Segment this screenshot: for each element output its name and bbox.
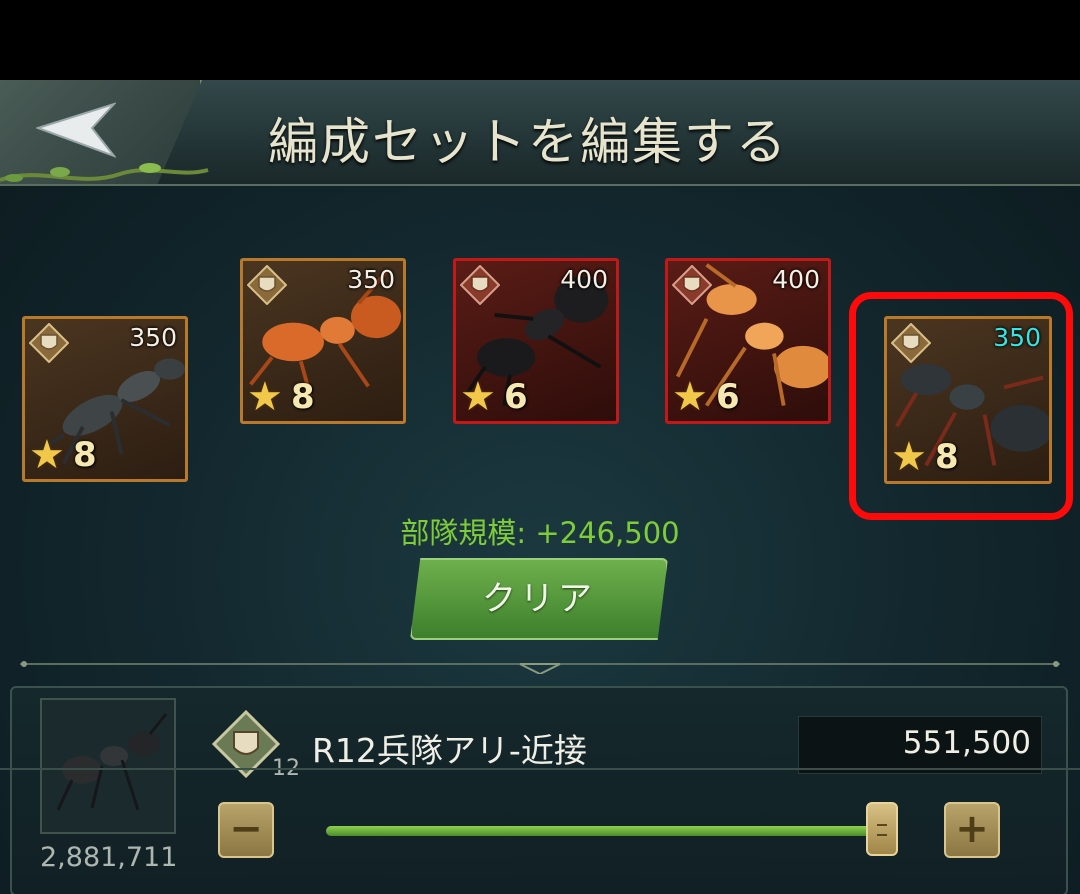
shield-icon [672,265,712,305]
ant-card-4[interactable]: 400 ★ 6 [665,258,831,424]
ant-card-1[interactable]: 350 ★ 8 [22,316,188,482]
ornament-divider [20,661,1060,674]
back-arrow-icon [36,102,116,158]
star-icon: ★ [29,432,65,478]
card-power: 350 [129,323,177,352]
unit-quantity-value: 551,500 [902,725,1031,761]
card-power: 350 [347,265,395,294]
star-icon: ★ [247,374,283,420]
header-bar: 編成セットを編集する [0,80,1080,186]
card-power: 400 [560,265,608,294]
card-star-level: 8 [291,377,315,417]
unit-available-count: 2,881,711 [40,842,178,873]
card-star-level: 6 [716,377,740,417]
clear-button[interactable]: クリア [410,558,668,640]
star-icon: ★ [672,374,708,420]
shield-icon [29,323,69,363]
shield-icon [247,265,287,305]
shield-icon [460,265,500,305]
ant-card-2[interactable]: 350 ★ 8 [240,258,406,424]
star-icon: ★ [460,374,496,420]
vine-decoration [0,163,209,182]
slider-fill [326,826,884,836]
card-power: 400 [772,265,820,294]
unit-quantity-field[interactable]: 551,500 [798,716,1042,774]
decrease-button[interactable]: − [218,802,274,858]
ant-portrait [56,713,168,811]
slider-handle[interactable] [866,802,898,856]
card-star-level: 8 [73,435,97,475]
page-title: 編成セットを編集する [268,113,788,171]
troop-size-label: 部隊規模: +246,500 [400,516,680,550]
selection-highlight [849,292,1073,520]
unit-name: R12兵隊アリ-近接 [312,731,587,770]
ant-card-3[interactable]: 400 ★ 6 [453,258,619,424]
quantity-slider[interactable] [326,826,884,836]
increase-button[interactable]: + [944,802,1000,858]
game-screen: 編成セットを編集する 350 ★ 8 350 ★ 8 400 ★ 6 400 ★… [0,80,1080,894]
unit-thumbnail[interactable] [40,698,176,834]
card-star-level: 6 [504,377,528,417]
panel-divider [0,768,1080,770]
